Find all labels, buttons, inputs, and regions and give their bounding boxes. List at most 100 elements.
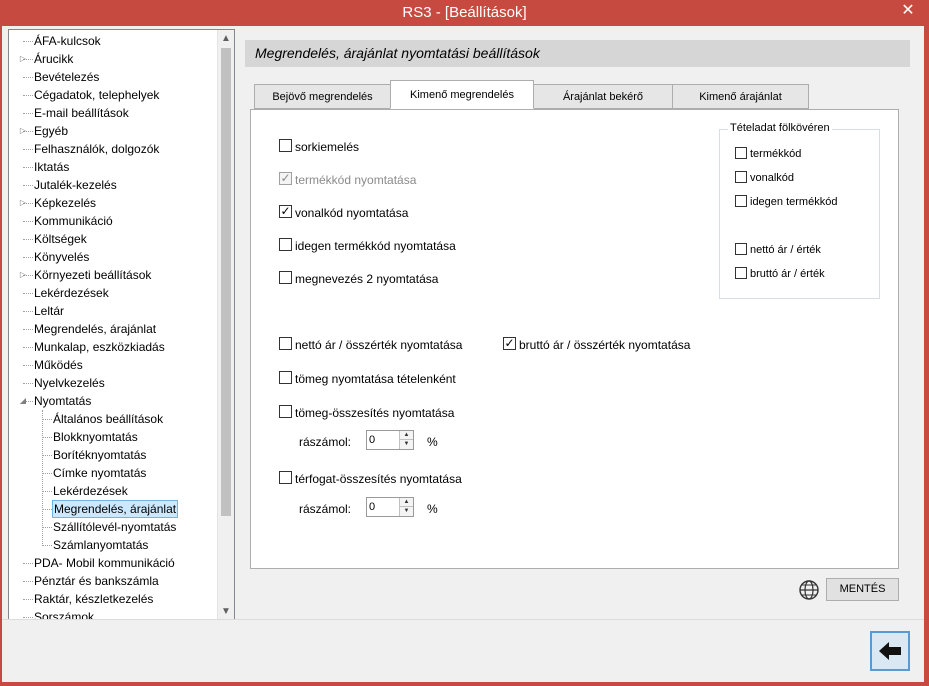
tree-item[interactable]: Számlanyomtatás (9, 536, 217, 554)
scroll-thumb[interactable] (221, 48, 231, 516)
tree-item[interactable]: Megrendelés, árajánlat (9, 320, 217, 338)
megnevezes2-checkbox[interactable] (279, 271, 292, 285)
group-idegen-checkbox[interactable] (735, 195, 747, 208)
tree-item[interactable]: Jutalék-kezelés (9, 176, 217, 194)
termekkod-checkbox[interactable]: ✓ (279, 172, 292, 186)
tree-item[interactable]: Lekérdezések (9, 284, 217, 302)
tab-bejovo-megrendeles[interactable]: Bejövő megrendelés (254, 84, 391, 109)
option-idegen-termekkod[interactable]: idegen termékkód nyomtatása (279, 238, 456, 254)
tree-item[interactable]: ÁFA-kulcsok (9, 32, 217, 50)
expand-icon[interactable]: ▷ (18, 194, 28, 212)
tree-item[interactable]: Leltár (9, 302, 217, 320)
group-idegen[interactable]: idegen termékkód (735, 195, 837, 211)
tree-item-label: Bevételezés (34, 70, 100, 84)
tomeg-ossz-checkbox[interactable] (279, 405, 292, 419)
group-vonalkod[interactable]: vonalkód (735, 171, 794, 187)
tomeg-raszamol-stepper[interactable]: ▲ ▼ (366, 430, 414, 450)
tree-item[interactable]: ▷ Környezeti beállítások (9, 266, 217, 284)
tree-item-label: ÁFA-kulcsok (34, 34, 101, 48)
option-termekkod[interactable]: ✓ termékkód nyomtatása (279, 172, 416, 188)
terfogat-ossz-checkbox[interactable] (279, 471, 292, 485)
option-tomeg-ossz[interactable]: tömeg-összesítés nyomtatása (279, 405, 454, 421)
close-button[interactable]: ✕ (895, 0, 921, 22)
save-button[interactable]: MENTÉS (826, 578, 899, 601)
bottom-bar (2, 619, 924, 682)
scroll-up-icon[interactable]: ▲ (218, 30, 234, 47)
scroll-down-icon[interactable]: ▼ (218, 603, 234, 620)
tree-item-label: Kommunikáció (34, 214, 113, 228)
tree-item[interactable]: Blokknyomtatás (9, 428, 217, 446)
back-button[interactable] (870, 631, 910, 671)
tree-item[interactable]: Címke nyomtatás (9, 464, 217, 482)
tree-item[interactable]: Szállítólevél-nyomtatás (9, 518, 217, 536)
option-sorkiemeles[interactable]: sorkiemelés (279, 139, 359, 155)
tree-item[interactable]: Költségek (9, 230, 217, 248)
brutto-checkbox[interactable]: ✓ (503, 337, 516, 351)
tree-item[interactable]: Lekérdezések (9, 482, 217, 500)
tree-item[interactable]: PDA- Mobil kommunikáció (9, 554, 217, 572)
tree-item[interactable]: Munkalap, eszközkiadás (9, 338, 217, 356)
terfogat-raszamol-stepper[interactable]: ▲ ▼ (366, 497, 414, 517)
tree-item[interactable]: Általános beállítások (9, 410, 217, 428)
tree-item[interactable]: Cégadatok, telephelyek (9, 86, 217, 104)
window-titlebar: RS3 - [Beállítások] ✕ (0, 0, 929, 26)
tree-item[interactable]: Megrendelés, árajánlat (9, 500, 217, 518)
group-termekkod-checkbox[interactable] (735, 147, 747, 160)
group-termekkod[interactable]: termékkód (735, 147, 801, 163)
spin-up-icon[interactable]: ▲ (399, 431, 413, 440)
option-terfogat-ossz[interactable]: térfogat-összesítés nyomtatása (279, 471, 462, 487)
tree-item-label: Iktatás (34, 160, 70, 174)
tree-item[interactable]: Pénztár és bankszámla (9, 572, 217, 590)
expand-icon[interactable]: ▷ (18, 266, 28, 284)
tree-scrollbar[interactable]: ▲ ▼ (217, 30, 234, 620)
tomeg-raszamol-input[interactable] (367, 431, 399, 449)
tree-item-label: Pénztár és bankszámla (34, 574, 159, 588)
tree-item[interactable]: Kommunikáció (9, 212, 217, 230)
tab-kimeno-arajanlat[interactable]: Kimenő árajánlat (672, 84, 809, 109)
group-netto-checkbox[interactable] (735, 243, 747, 256)
globe-icon[interactable] (798, 579, 820, 601)
tree-item[interactable]: ▷ Árucikk (9, 50, 217, 68)
settings-tree: ▲ ▼ ÁFA-kulcsok ▷ Árucikk Bevételezés Cégada… (8, 29, 235, 621)
tree-item[interactable]: Bevételezés (9, 68, 217, 86)
collapse-icon[interactable]: ◢ (18, 392, 28, 410)
tree-item[interactable]: Könyvelés (9, 248, 217, 266)
sorkiemeles-checkbox[interactable] (279, 139, 292, 153)
option-vonalkod[interactable]: ✓ vonalkód nyomtatása (279, 205, 408, 221)
spin-down-icon[interactable]: ▼ (399, 507, 413, 516)
tree-item[interactable]: Raktár, készletkezelés (9, 590, 217, 608)
netto-checkbox[interactable] (279, 337, 292, 351)
spin-down-icon[interactable]: ▼ (399, 440, 413, 449)
tree-item[interactable]: Iktatás (9, 158, 217, 176)
terfogat-raszamol-input[interactable] (367, 498, 399, 516)
option-brutto[interactable]: ✓ bruttó ár / összérték nyomtatása (503, 337, 690, 353)
tree-item[interactable]: Nyelvkezelés (9, 374, 217, 392)
tree-item[interactable]: ◢ Nyomtatás (9, 392, 217, 410)
group-netto[interactable]: nettó ár / érték (735, 243, 821, 259)
tomeg-raszamol-label: rászámol: (299, 435, 352, 449)
tree-item-label: Munkalap, eszközkiadás (34, 340, 165, 354)
group-brutto[interactable]: bruttó ár / érték (735, 267, 825, 283)
tree-item[interactable]: ▷ Képkezelés (9, 194, 217, 212)
tree-item[interactable]: Működés (9, 356, 217, 374)
group-vonalkod-checkbox[interactable] (735, 171, 747, 184)
tomeg-tetel-label: tömeg nyomtatása tételenként (295, 371, 456, 386)
idegen-checkbox[interactable] (279, 238, 292, 252)
tree-item[interactable]: Borítéknyomtatás (9, 446, 217, 464)
tab-arajanlat-bekero[interactable]: Árajánlat bekérő (533, 84, 673, 109)
group-vonalkod-label: vonalkód (750, 172, 795, 185)
option-tomeg-tetel[interactable]: tömeg nyomtatása tételenként (279, 371, 456, 387)
window-title: RS3 - [Beállítások] (402, 4, 527, 21)
group-brutto-checkbox[interactable] (735, 267, 747, 280)
tab-kimeno-megrendeles[interactable]: Kimenő megrendelés (390, 80, 534, 109)
expand-icon[interactable]: ▷ (18, 50, 28, 68)
tree-item[interactable]: E-mail beállítások (9, 104, 217, 122)
tomeg-tetel-checkbox[interactable] (279, 371, 292, 385)
vonalkod-checkbox[interactable]: ✓ (279, 205, 292, 219)
tree-item[interactable]: ▷ Egyéb (9, 122, 217, 140)
option-netto[interactable]: nettó ár / összérték nyomtatása (279, 337, 462, 353)
spin-up-icon[interactable]: ▲ (399, 498, 413, 507)
option-megnevezes2[interactable]: megnevezés 2 nyomtatása (279, 271, 438, 287)
tree-item[interactable]: Felhasználók, dolgozók (9, 140, 217, 158)
expand-icon[interactable]: ▷ (18, 122, 28, 140)
